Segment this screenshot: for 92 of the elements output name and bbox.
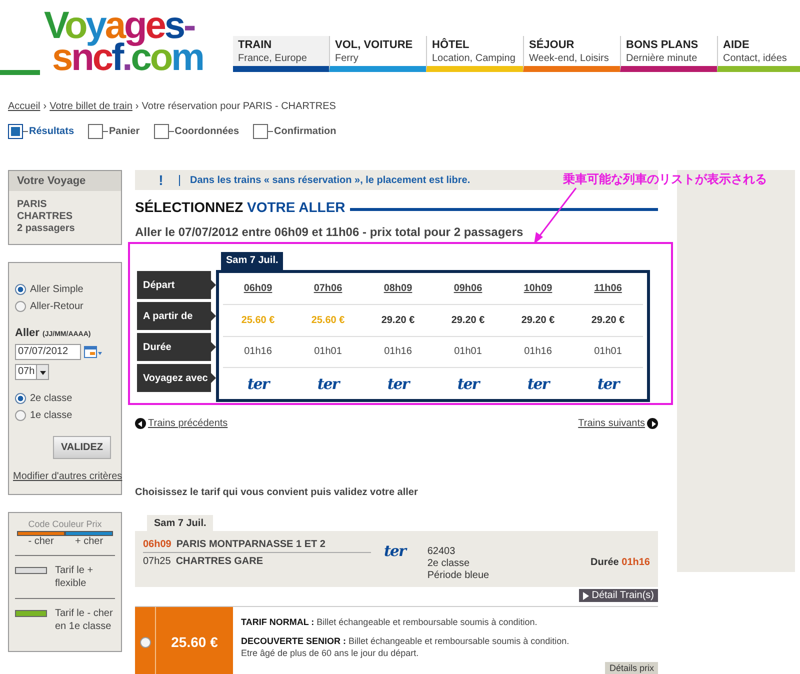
row-label: Durée [137,333,211,361]
departure-time-link[interactable]: 09h06 [454,282,482,294]
fare-prompt: Choisissez le tarif qui vous convient puis validez votre aller [135,487,419,498]
pointer-icon [211,280,216,290]
date-field[interactable]: 07/07/2012 [15,344,81,360]
departure-time-link[interactable]: 10h09 [524,282,552,294]
validate-button[interactable]: VALIDEZ [52,436,111,459]
duration-cell: 01h16 [524,346,552,358]
departure-time: 06h09 [143,538,172,550]
search-summary: Aller le 07/07/2012 entre 06h09 et 11h06 - prix total pour 2 passagers [135,225,524,239]
step-label: Coordonnées [174,126,240,137]
trip-type-radio[interactable]: Aller Simple [15,281,121,298]
departure-time-link[interactable]: 07h06 [314,282,342,294]
duration-cell: 01h16 [244,346,272,358]
site-logo[interactable]: Voyages- sncf.com [44,10,203,74]
duration-cell: 01h01 [454,346,482,358]
price-detail-button[interactable]: Détails prix [605,662,658,674]
price-cell: 29.20 € [521,314,555,326]
departure-time-link[interactable]: 11h06 [594,282,622,294]
train-number: 62403 [427,546,456,558]
date-label: Aller [15,327,40,339]
row-label: A partir de [137,302,211,330]
step-label: Confirmation [274,126,336,137]
nav-tab[interactable]: TRAIN France, Europe [233,36,329,72]
duration-cell: 01h01 [594,346,622,358]
price-cell: 29.20 € [451,314,485,326]
legend-label: + cher [74,536,104,547]
duration-label: Durée [590,557,619,568]
operator-logo: ter [527,374,549,393]
panel-title: Votre Voyage [9,171,121,191]
pointer-icon [211,342,216,352]
previous-trains-link[interactable]: Trains précédents [148,418,228,429]
breadcrumb-separator: › [43,101,47,112]
legend-title: Code Couleur Prix [27,519,103,529]
hour-select[interactable]: 07h [15,364,49,380]
operator-logo: ter [387,374,409,393]
train-class: 2e classe [427,558,471,570]
fare-period: Période bleue [427,570,490,582]
row-label: Départ [137,271,211,299]
breadcrumb-separator: › [135,101,139,112]
fare-description: TARIF NORMAL : Billet échangeable et remboursable soumis à condition. [241,616,538,628]
calendar-icon[interactable] [84,346,102,358]
trip-type-radio[interactable]: Aller-Retour [15,298,121,315]
class-radio[interactable]: 2e classe [15,390,121,407]
price-cell: 25.60 € [241,314,275,326]
duration-cell: 01h01 [314,346,342,358]
nav-tab[interactable]: SÉJOUR Week-end, Loisirs [523,36,620,72]
train-detail-button[interactable]: Détail Train(s) [578,589,658,602]
trip-detail: PARIS [17,199,48,211]
next-trains-link[interactable]: Trains suivants [578,418,645,429]
trip-detail: CHARTRES [17,211,74,223]
nav-tab[interactable]: AIDE Contact, idées [717,36,800,72]
annotation-text: 乗車可能な列車のリストが表示される [563,171,767,188]
pointer-icon [211,311,216,321]
fare-condition: Etre âgé de plus de 60 ans le jour du départ. [241,647,420,659]
operator-logo: ter [597,374,619,393]
price-cell: 29.20 € [381,314,415,326]
departure-time-link[interactable]: 06h09 [244,282,272,294]
nav-tab[interactable]: BONS PLANS Dernière minute [620,36,717,72]
row-label: Voyagez avec [137,364,211,392]
operator-logo: ter [247,374,269,393]
operator-logo: ter [384,542,406,562]
fare-radio[interactable] [140,636,150,648]
operator-logo: ter [317,374,339,393]
legend-label: Tarif le + flexible [55,564,94,590]
station-name: CHARTRES GARE [176,556,264,566]
page-heading: SÉLECTIONNEZ VOTRE ALLER [135,199,346,215]
arrival-time: 07h25 [143,556,171,566]
trip-detail: 2 passagers [17,223,76,235]
duration-value: 01h16 [622,557,650,568]
class-radio[interactable]: 1e classe [15,407,121,424]
breadcrumb-link[interactable]: Accueil [8,101,40,112]
breadcrumb-current: Votre réservation pour PARIS - CHARTRES [142,101,336,112]
more-criteria-link[interactable]: Modifier d'autres critères [13,471,121,482]
station-name: PARIS MONTPARNASSE 1 ET 2 [176,538,326,550]
legend-label: - cher [28,536,54,547]
duration-cell: 01h16 [384,346,412,358]
departure-time-link[interactable]: 08h09 [384,282,412,294]
operator-logo: ter [457,374,479,393]
breadcrumb-link[interactable]: Votre billet de train [50,101,132,112]
legend-label: Tarif le - cher en 1e classe [55,607,114,633]
price-cell: 25.60 € [311,314,345,326]
fare-price: 25.60 € [156,607,233,674]
nav-tab[interactable]: VOL, VOITURE Ferry [329,36,426,72]
step-label: Résultats [29,126,74,137]
fare-description: DECOUVERTE SENIOR : Billet échangeable et remboursable soumis à condition. [241,635,570,647]
notice-text: Dans les trains « sans réservation », le placement est libre. [190,174,470,186]
notice-icon: ! [153,172,169,188]
step-label: Panier [109,126,140,137]
price-cell: 29.20 € [591,314,625,326]
pointer-icon [211,373,216,383]
nav-tab[interactable]: HÔTEL Location, Camping [426,36,523,72]
